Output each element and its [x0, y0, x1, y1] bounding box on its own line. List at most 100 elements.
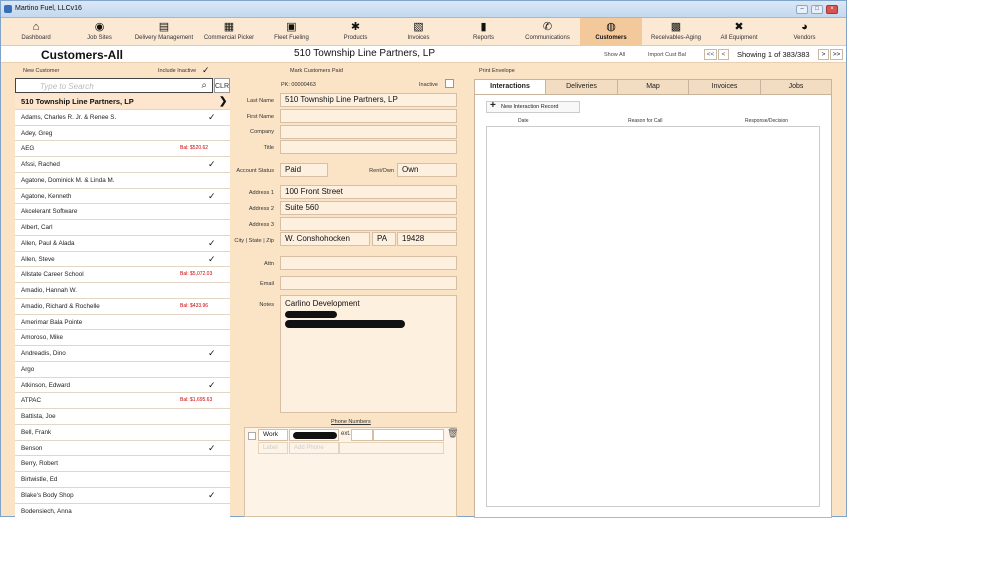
customer-row[interactable]: Adams, Charles R. Jr. & Renee S. ✓ — [15, 109, 230, 126]
customer-row[interactable]: Adey, Greg — [15, 125, 230, 142]
next-record-button[interactable]: > — [818, 49, 829, 60]
interactions-panel: + New Interaction Record Date Reason for… — [474, 94, 832, 518]
customer-row[interactable]: Bodensiech, Anna — [15, 503, 230, 518]
tab-invoices[interactable]: Invoices — [688, 79, 761, 95]
customer-name: Bell, Frank — [21, 428, 52, 436]
nav-fleet-fueling[interactable]: ▣ Fleet Fueling — [272, 18, 311, 46]
last-record-button[interactable]: >> — [830, 49, 843, 60]
equipment-icon: ✖ — [734, 21, 744, 33]
ext-field[interactable] — [351, 429, 373, 441]
nav-communications[interactable]: ✆ Communications — [521, 18, 574, 46]
address2-field[interactable]: Suite 560 — [280, 201, 457, 215]
receivables-icon: ▩ — [670, 21, 682, 33]
address1-field[interactable]: 100 Front Street — [280, 185, 457, 199]
customer-row[interactable]: Andreadis, Dino ✓ — [15, 346, 230, 362]
customer-row[interactable]: Allen, Steve ✓ — [15, 251, 230, 268]
nav-delivery-management[interactable]: ▤ Delivery Management — [134, 18, 194, 46]
nav-products[interactable]: ✱ Products — [338, 18, 373, 46]
notes-field[interactable]: Carlino Development — [280, 295, 457, 413]
customer-row[interactable]: ATPAC Bal: $1,695.63 — [15, 393, 230, 409]
nav-receivables-aging[interactable]: ▩ Receivables-Aging — [647, 18, 705, 46]
first-name-field[interactable] — [280, 109, 457, 123]
nav-invoices[interactable]: ▧ Invoices — [402, 18, 435, 46]
customer-row[interactable]: Amerimar Bala Pointe — [15, 314, 230, 331]
customer-row[interactable]: Birtwistle, Ed — [15, 472, 230, 488]
customer-row[interactable]: AEG Bal: $520.62 — [15, 141, 230, 157]
new-interaction-button[interactable]: + New Interaction Record — [486, 101, 580, 113]
show-all-button[interactable]: Show All — [604, 52, 625, 58]
new-customer-button[interactable]: New Customer — [23, 68, 59, 74]
new-phone-label-field[interactable]: Label — [258, 442, 288, 454]
customer-row[interactable]: Allen, Paul & Alada ✓ — [15, 235, 230, 252]
truck-icon: ▣ — [286, 21, 297, 33]
tab-jobs[interactable]: Jobs — [760, 79, 832, 95]
customer-row[interactable]: Battista, Joe — [15, 409, 230, 425]
customer-name: 510 Township Line Partners, LP — [21, 97, 134, 106]
phone-note-field[interactable] — [373, 429, 444, 441]
mark-customers-paid-button[interactable]: Mark Customers Paid — [290, 68, 343, 74]
maximize-button[interactable]: □ — [811, 5, 823, 14]
address3-field[interactable] — [280, 217, 457, 231]
customer-row[interactable]: Blake's Body Shop ✓ — [15, 487, 230, 504]
account-status-field[interactable]: Paid — [280, 163, 328, 177]
clear-search-button[interactable]: CLR — [214, 78, 230, 93]
phone-number-field[interactable] — [289, 429, 339, 441]
checkmark-icon: ✓ — [208, 190, 216, 201]
customer-row[interactable]: Amadio, Richard & Rochelle Bal: $433.96 — [15, 298, 230, 315]
checkmark-icon: ✓ — [208, 489, 216, 500]
customer-row[interactable]: Amoroso, Mike — [15, 330, 230, 346]
include-inactive-checkbox[interactable]: ✓ — [202, 65, 210, 76]
customer-row[interactable]: Argo — [15, 361, 230, 378]
customer-row[interactable]: Albert, Carl — [15, 220, 230, 236]
customer-row[interactable]: Afssi, Rached ✓ — [15, 157, 230, 173]
nav-label: Products — [343, 35, 368, 41]
city-field[interactable]: W. Conshohocken — [280, 232, 370, 246]
phone-type-field[interactable]: Work — [258, 429, 288, 441]
state-field[interactable]: PA — [372, 232, 396, 246]
tab-map[interactable]: Map — [617, 79, 689, 95]
customer-name: Argo — [21, 365, 35, 373]
customer-row[interactable]: Berry, Robert — [15, 456, 230, 472]
title-field[interactable] — [280, 140, 457, 154]
email-field[interactable] — [280, 276, 457, 290]
customer-row[interactable]: Bell, Frank — [15, 424, 230, 441]
column-header-date: Date — [518, 118, 529, 124]
tab-deliveries[interactable]: Deliveries — [545, 79, 618, 95]
nav-customers[interactable]: ◍ Customers — [580, 18, 642, 46]
print-envelope-button[interactable]: Print Envelope — [479, 68, 515, 74]
attn-field[interactable] — [280, 256, 457, 270]
customer-row[interactable]: Akcelerant Software — [15, 204, 230, 220]
phone-select-checkbox[interactable] — [248, 432, 256, 440]
title-bar: Martino Fuel, LLCv16 – □ × — [1, 1, 846, 18]
nav-commercial-picker[interactable]: ▦ Commercial Picker — [201, 18, 257, 46]
prev-record-button[interactable]: < — [718, 49, 729, 60]
nav-dashboard[interactable]: ⌂ Dashboard — [17, 18, 55, 46]
tab-interactions[interactable]: Interactions — [474, 79, 546, 95]
rent-own-field[interactable]: Own — [397, 163, 457, 177]
customer-row[interactable]: Benson ✓ — [15, 440, 230, 457]
trash-icon[interactable]: 🗑 — [447, 428, 458, 439]
new-phone-extra-field[interactable] — [339, 442, 444, 454]
customer-row[interactable]: 510 Township Line Partners, LP ❯ — [15, 94, 230, 110]
minimize-button[interactable]: – — [796, 5, 808, 14]
customer-row[interactable]: Agatone, Dominick M. & Linda M. — [15, 172, 230, 189]
company-field[interactable] — [280, 125, 457, 139]
customer-name: Blake's Body Shop — [21, 491, 74, 499]
report-icon: ▮ — [480, 21, 487, 33]
import-cust-bal-button[interactable]: Import Cust Bal — [648, 52, 686, 58]
customer-row[interactable]: Agatone, Kenneth ✓ — [15, 188, 230, 205]
first-record-button[interactable]: << — [704, 49, 717, 60]
customer-row[interactable]: Amadio, Hannah W. — [15, 283, 230, 299]
zip-field[interactable]: 19428 — [397, 232, 457, 246]
customer-row[interactable]: Atkinson, Edward ✓ — [15, 377, 230, 394]
close-button[interactable]: × — [826, 5, 838, 14]
inactive-checkbox[interactable] — [445, 79, 454, 88]
add-phone-field[interactable]: Add Phone — [289, 442, 339, 454]
nav-reports[interactable]: ▮ Reports — [467, 18, 500, 46]
customer-row[interactable]: Allstate Career School Bal: $5,072.03 — [15, 267, 230, 283]
last-name-field[interactable]: 510 Township Line Partners, LP — [280, 93, 457, 107]
search-input[interactable]: Type to Search ⌕ — [15, 78, 213, 93]
nav-vendors[interactable]: ◕ Vendors — [787, 18, 822, 46]
nav-all-equipment[interactable]: ✖ All Equipment — [718, 18, 760, 46]
nav-job-sites[interactable]: ◉ Job Sites — [83, 18, 116, 46]
